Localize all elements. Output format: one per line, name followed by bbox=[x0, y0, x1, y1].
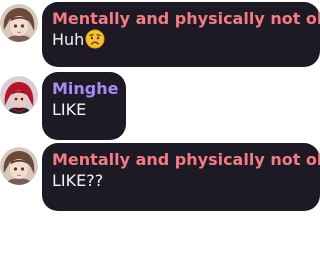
message-author[interactable]: Mentally and physically not ok. bbox=[52, 150, 320, 170]
message-bubble: Mentally and physically not ok. Huh bbox=[42, 2, 320, 67]
message-bubble: Minghe LIKE bbox=[42, 72, 126, 140]
chat-log: Mentally and physically not ok. Huh Ming… bbox=[0, 0, 320, 260]
girl-brown-hair-avatar-icon bbox=[0, 147, 38, 185]
message-text-content: Huh bbox=[52, 30, 85, 49]
red-hair-dark-avatar-icon bbox=[0, 76, 38, 114]
message-text: Huh bbox=[52, 29, 310, 55]
message-text: LIKE bbox=[52, 100, 87, 119]
avatar[interactable] bbox=[0, 76, 38, 114]
message-bubble: Mentally and physically not ok. LIKE?? bbox=[42, 143, 320, 211]
avatar[interactable] bbox=[0, 147, 38, 185]
girl-brown-hair-avatar-icon bbox=[0, 4, 38, 42]
avatar[interactable] bbox=[0, 4, 38, 42]
message-author[interactable]: Mentally and physically not ok. bbox=[52, 9, 320, 29]
worried-face-emoji-icon bbox=[85, 29, 105, 55]
message-text: LIKE?? bbox=[52, 171, 104, 190]
message-author[interactable]: Minghe bbox=[52, 79, 119, 99]
